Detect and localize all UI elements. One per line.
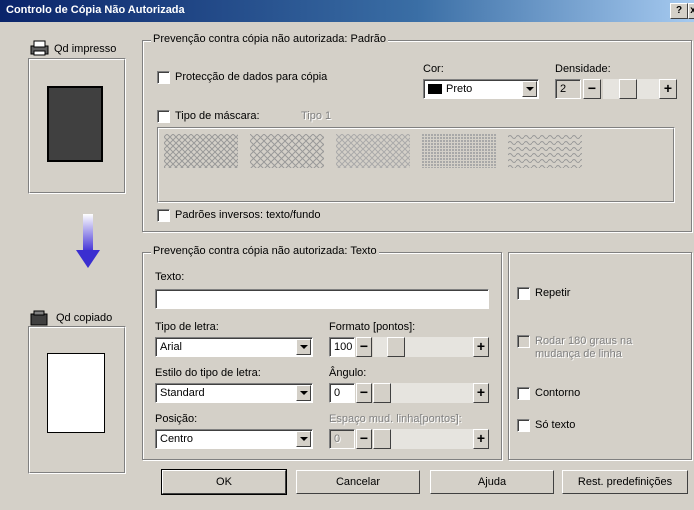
angle-label: Ângulo:	[329, 367, 367, 379]
font-style-label: Estilo do tipo de letra:	[155, 367, 261, 379]
ok-button[interactable]: OK	[161, 469, 287, 495]
chevron-down-icon[interactable]	[296, 385, 311, 401]
angle-value-field[interactable]: 0	[329, 383, 355, 403]
printed-page-icon	[47, 86, 103, 162]
rotate-checkbox[interactable]	[517, 335, 530, 348]
standard-legend: Prevenção contra cópia não autorizada: P…	[151, 33, 388, 45]
data-protection-label: Protecção de dados para cópia	[175, 71, 328, 83]
color-value: Preto	[446, 83, 473, 95]
copied-doc-section: Qd copiado	[28, 308, 126, 478]
data-protection-checkbox[interactable]	[157, 71, 170, 84]
line-spacing-slider-thumb[interactable]	[373, 429, 391, 449]
line-spacing-value: 0	[334, 433, 341, 445]
inverse-patterns-checkbox[interactable]	[157, 209, 170, 222]
printer-icon	[30, 40, 49, 56]
density-label: Densidade:	[555, 63, 611, 75]
line-spacing-value-field[interactable]: 0	[329, 429, 355, 449]
line-spacing-label: Espaço mud. linha[pontos]:	[329, 413, 462, 425]
mask-patterns-panel	[157, 127, 675, 203]
copied-preview-box	[28, 326, 126, 474]
format-slider-thumb[interactable]	[387, 337, 405, 357]
copied-doc-label: Qd copiado	[56, 312, 113, 324]
chevron-down-icon[interactable]	[296, 339, 311, 355]
pattern-2-icon[interactable]	[250, 134, 324, 168]
outline-label: Contorno	[535, 387, 581, 399]
angle-minus-button[interactable]: −	[356, 383, 372, 403]
angle-plus-button[interactable]: +	[473, 383, 489, 403]
rotate-label: Rodar 180 graus na mudança de linha	[535, 335, 633, 360]
close-title-button[interactable]: x	[688, 3, 694, 19]
window-title: Controlo de Cópia Não Autorizada	[6, 4, 185, 16]
inverse-patterns-label: Padrões inversos: texto/fundo	[175, 209, 321, 221]
printed-doc-label: Qd impresso	[54, 43, 117, 55]
font-style-value: Standard	[160, 387, 205, 399]
angle-value: 0	[334, 387, 341, 399]
chevron-down-icon[interactable]	[522, 81, 537, 97]
position-label: Posição:	[155, 413, 198, 425]
density-value-field[interactable]: 2	[555, 79, 581, 99]
text-only-checkbox[interactable]	[517, 419, 530, 432]
text-label: Texto:	[155, 271, 185, 283]
density-value: 2	[560, 83, 567, 95]
title-bar: Controlo de Cópia Não Autorizada ? x	[0, 0, 694, 22]
pattern-3-icon[interactable]	[336, 134, 410, 168]
mask-type-value: Tipo 1	[301, 110, 332, 122]
copied-page-icon	[47, 353, 105, 433]
outline-checkbox[interactable]	[517, 387, 530, 400]
color-swatch	[428, 84, 442, 94]
mask-type-label: Tipo de máscara:	[175, 110, 260, 122]
repeat-label: Repetir	[535, 287, 571, 299]
pattern-5-icon[interactable]	[508, 134, 582, 168]
text-only-label: Só texto	[535, 419, 576, 431]
font-value: Arial	[160, 341, 183, 353]
angle-slider-thumb[interactable]	[373, 383, 391, 403]
density-plus-button[interactable]: +	[659, 79, 677, 99]
density-minus-button[interactable]: −	[583, 79, 601, 99]
text-group: Prevenção contra cópia não autorizada: T…	[142, 245, 502, 460]
density-slider-thumb[interactable]	[619, 79, 637, 99]
font-style-select[interactable]: Standard	[155, 383, 313, 403]
font-select[interactable]: Arial	[155, 337, 313, 357]
color-label: Cor:	[423, 63, 444, 75]
arrow-down-icon	[76, 214, 100, 268]
format-minus-button[interactable]: −	[356, 337, 372, 357]
cancel-button[interactable]: Cancelar	[296, 470, 420, 494]
format-label: Formato [pontos]:	[329, 321, 416, 333]
repeat-checkbox[interactable]	[517, 287, 530, 300]
position-value: Centro	[160, 433, 194, 445]
pattern-1-icon[interactable]	[164, 134, 238, 168]
pattern-4-icon[interactable]	[422, 134, 496, 168]
line-spacing-minus-button[interactable]: −	[356, 429, 372, 449]
printed-preview-box	[28, 58, 126, 194]
position-select[interactable]: Centro	[155, 429, 313, 449]
line-spacing-plus-button[interactable]: +	[473, 429, 489, 449]
format-plus-button[interactable]: +	[473, 337, 489, 357]
text-options-group: Repetir Rodar 180 graus na mudança de li…	[508, 252, 692, 460]
text-input[interactable]	[155, 289, 489, 309]
font-label: Tipo de letra:	[155, 321, 219, 333]
help-title-button[interactable]: ?	[670, 3, 688, 19]
reset-defaults-button[interactable]: Rest. predefinições	[562, 470, 688, 494]
mask-type-checkbox[interactable]	[157, 110, 170, 123]
text-legend: Prevenção contra cópia não autorizada: T…	[151, 245, 379, 257]
color-select[interactable]: Preto	[423, 79, 539, 99]
copier-icon	[30, 310, 48, 326]
printed-doc-section: Qd impresso	[28, 34, 126, 194]
format-value-field[interactable]: 100	[329, 337, 355, 357]
help-button[interactable]: Ajuda	[430, 470, 554, 494]
standard-group: Prevenção contra cópia não autorizada: P…	[142, 33, 692, 232]
chevron-down-icon[interactable]	[296, 431, 311, 447]
format-value: 100	[334, 341, 353, 353]
